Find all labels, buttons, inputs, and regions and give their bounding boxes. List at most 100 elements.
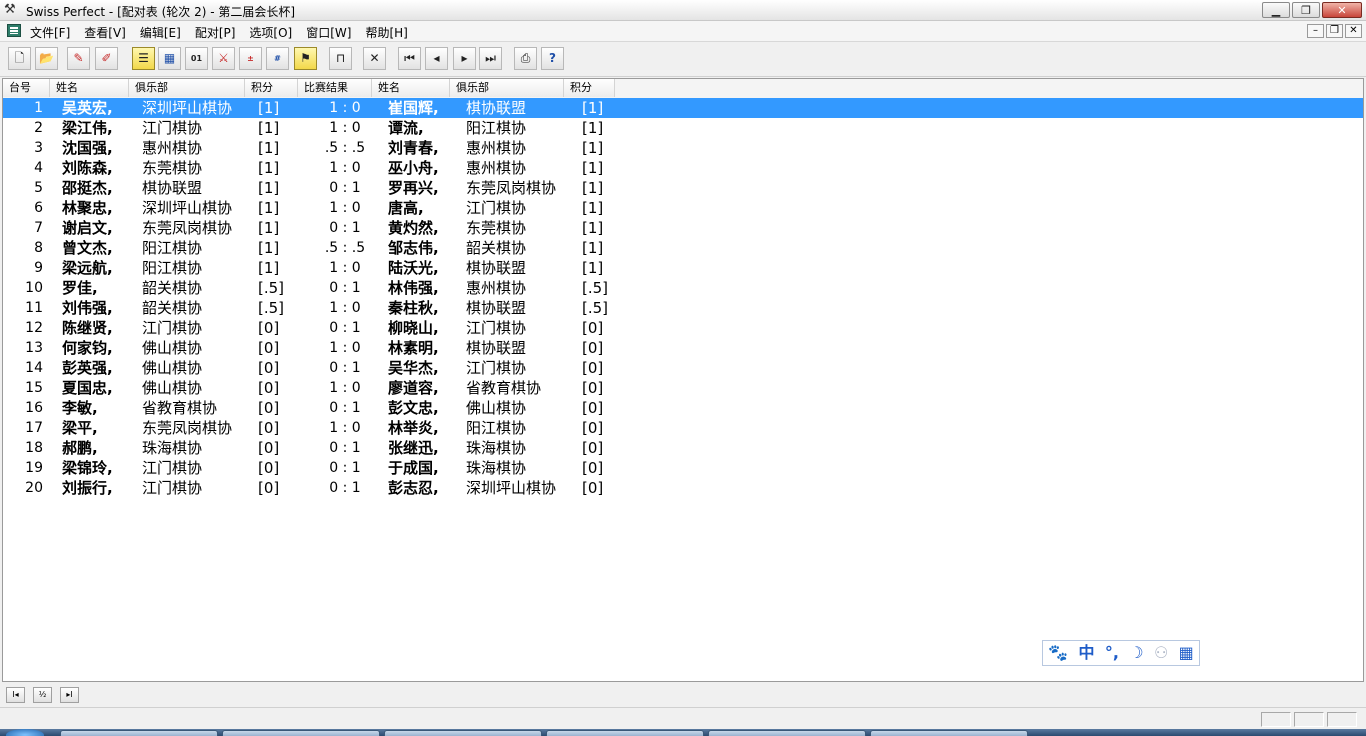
cell-board: 1: [34, 100, 43, 116]
menu-item[interactable]: 配对[P]: [195, 24, 236, 41]
table-row[interactable]: 15 夏国忠, 佛山棋协 [0] 1 : 0 廖道容, 省教育棋协 [0]: [3, 378, 1363, 398]
player-list-button[interactable]: ☰: [132, 47, 155, 70]
cell-pts2: [0]: [582, 479, 604, 497]
grid-view-button[interactable]: ▦: [158, 47, 181, 70]
cell-result: 0 : 1: [329, 220, 361, 236]
cross-table-button[interactable]: ⚔: [212, 47, 235, 70]
cell-result: 1 : 0: [329, 100, 361, 116]
table-row[interactable]: 8 曾文杰, 阳江棋协 [1] .5 : .5 邹志伟, 韶关棋协 [1]: [3, 238, 1363, 258]
mdi-minimize-button[interactable]: –: [1307, 24, 1324, 38]
taskbar-button[interactable]: [870, 730, 1028, 736]
first-round-button[interactable]: ⏮: [398, 47, 421, 70]
cell-board: 3: [34, 140, 43, 156]
user-icon[interactable]: ⚇: [1154, 641, 1168, 665]
prev-round-button[interactable]: ◂: [425, 47, 448, 70]
moon-icon[interactable]: ☽: [1129, 641, 1143, 665]
cell-club1: 阳江棋协: [142, 239, 203, 257]
mdi-close-button[interactable]: ✕: [1345, 24, 1362, 38]
first-tab-button[interactable]: I◂: [6, 687, 25, 703]
table-row[interactable]: 2 梁江伟, 江门棋协 [1] 1 : 0 谭流, 阳江棋协 [1]: [3, 118, 1363, 138]
cell-result: .5 : .5: [324, 240, 366, 256]
cell-result: 0 : 1: [329, 360, 361, 376]
punctuation-toggle[interactable]: °,: [1105, 641, 1119, 665]
header-club2[interactable]: 俱乐部: [450, 79, 564, 97]
close-button[interactable]: ✕: [1322, 2, 1362, 18]
header-board[interactable]: 台号: [3, 79, 50, 97]
taskbar-button[interactable]: [384, 730, 542, 736]
menu-item[interactable]: 文件[F]: [30, 24, 70, 41]
cell-club2: 阳江棋协: [466, 419, 527, 437]
menu-item[interactable]: 查看[V]: [84, 24, 126, 41]
header-name2[interactable]: 姓名: [372, 79, 450, 97]
next-round-button[interactable]: ▸: [453, 47, 476, 70]
maximize-button[interactable]: ❐: [1292, 2, 1320, 18]
cell-result: 0 : 1: [329, 400, 361, 416]
pen-edit-button[interactable]: ✐: [95, 47, 118, 70]
menu-item[interactable]: 编辑[E]: [140, 24, 181, 41]
rating-1236-button[interactable]: #: [266, 47, 289, 70]
cell-name1: 刘伟强,: [62, 299, 113, 317]
header-pts2[interactable]: 积分: [564, 79, 615, 97]
last-round-button[interactable]: ⏭: [479, 47, 502, 70]
table-row[interactable]: 16 李敏, 省教育棋协 [0] 0 : 1 彭文忠, 佛山棋协 [0]: [3, 398, 1363, 418]
menu-item[interactable]: 帮助[H]: [365, 24, 407, 41]
cell-board: 2: [34, 120, 43, 136]
table-row[interactable]: 20 刘振行, 江门棋协 [0] 0 : 1 彭志忍, 深圳坪山棋协 [0]: [3, 478, 1363, 498]
cell-result: 0 : 1: [329, 460, 361, 476]
help-icon: ?: [549, 51, 556, 65]
table-row[interactable]: 1 吴英宏, 深圳坪山棋协 [1] 1 : 0 崔国辉, 棋协联盟 [1]: [3, 98, 1363, 118]
table-row[interactable]: 18 郝鹏, 珠海棋协 [0] 0 : 1 张继迅, 珠海棋协 [0]: [3, 438, 1363, 458]
menu-item[interactable]: 选项[O]: [249, 24, 292, 41]
taskbar-button[interactable]: [546, 730, 704, 736]
minimize-button[interactable]: ▁: [1262, 2, 1290, 18]
cross-button[interactable]: ✕: [363, 47, 386, 70]
last-tab-button[interactable]: ▸I: [60, 687, 79, 703]
table-row[interactable]: 6 林聚忠, 深圳坪山棋协 [1] 1 : 0 唐高, 江门棋协 [1]: [3, 198, 1363, 218]
cross-icon: ✕: [369, 51, 380, 65]
menu-item[interactable]: 窗口[W]: [306, 24, 351, 41]
cell-name2: 巫小舟,: [388, 159, 439, 177]
taskbar-button[interactable]: [222, 730, 380, 736]
cell-board: 12: [25, 320, 43, 336]
table-row[interactable]: 19 梁锦玲, 江门棋协 [0] 0 : 1 于成国, 珠海棋协 [0]: [3, 458, 1363, 478]
table-row[interactable]: 13 何家钧, 佛山棋协 [0] 1 : 0 林素明, 棋协联盟 [0]: [3, 338, 1363, 358]
flag-button[interactable]: ⚑: [294, 47, 317, 70]
table-row[interactable]: 3 沈国强, 惠州棋协 [1] .5 : .5 刘青春, 惠州棋协 [1]: [3, 138, 1363, 158]
grid-icon[interactable]: ▦: [1179, 641, 1194, 665]
start-button[interactable]: [6, 729, 44, 736]
taskbar-button[interactable]: [708, 730, 866, 736]
table-row[interactable]: 11 刘伟强, 韶关棋协 [.5] 1 : 0 秦柱秋, 棋协联盟 [.5]: [3, 298, 1363, 318]
table-row[interactable]: 7 谢启文, 东莞凤岗棋协 [1] 0 : 1 黄灼然, 东莞棋协 [1]: [3, 218, 1363, 238]
table-row[interactable]: 5 邵挺杰, 棋协联盟 [1] 0 : 1 罗再兴, 东莞凤岗棋协 [1]: [3, 178, 1363, 198]
rating-2285-button[interactable]: ±: [239, 47, 262, 70]
open-tournament-button[interactable]: 📂: [35, 47, 58, 70]
cell-club1: 江门棋协: [142, 119, 203, 137]
mdi-restore-button[interactable]: ❐: [1326, 24, 1343, 38]
help-button[interactable]: ?: [541, 47, 564, 70]
table-row[interactable]: 4 刘陈森, 东莞棋协 [1] 1 : 0 巫小舟, 惠州棋协 [1]: [3, 158, 1363, 178]
table-row[interactable]: 10 罗佳, 韶关棋协 [.5] 0 : 1 林伟强, 惠州棋协 [.5]: [3, 278, 1363, 298]
new-tournament-button[interactable]: 🗋: [8, 47, 31, 70]
header-name1[interactable]: 姓名: [50, 79, 129, 97]
cell-pts2: [1]: [582, 199, 604, 217]
ime-mode-toggle[interactable]: 中: [1078, 641, 1094, 665]
window-title: Swiss Perfect - [配对表 (轮次 2) - 第二届会长杯]: [26, 5, 296, 19]
table-row[interactable]: 14 彭英强, 佛山棋协 [0] 0 : 1 吴华杰, 江门棋协 [0]: [3, 358, 1363, 378]
table-row[interactable]: 12 陈继贤, 江门棋协 [0] 0 : 1 柳晓山, 江门棋协 [0]: [3, 318, 1363, 338]
table-row[interactable]: 9 梁远航, 阳江棋协 [1] 1 : 0 陆沃光, 棋协联盟 [1]: [3, 258, 1363, 278]
header-pts1[interactable]: 积分: [245, 79, 298, 97]
header-result[interactable]: 比赛结果: [298, 79, 372, 97]
cell-club2: 棋协联盟: [466, 299, 527, 317]
cell-board: 8: [34, 240, 43, 256]
header-club1[interactable]: 俱乐部: [129, 79, 245, 97]
print-button[interactable]: ⎙: [514, 47, 537, 70]
paw-icon[interactable]: 🐾: [1048, 641, 1068, 665]
swiss-perfect-app-icon[interactable]: ⚒: [4, 3, 19, 17]
binary-result-button[interactable]: 01: [185, 47, 208, 70]
table-row[interactable]: 17 梁平, 东莞凤岗棋协 [0] 1 : 0 林举炎, 阳江棋协 [0]: [3, 418, 1363, 438]
half-tab-button[interactable]: ½: [33, 687, 52, 703]
taskbar-button[interactable]: [60, 730, 218, 736]
document-icon[interactable]: [7, 24, 21, 37]
table-button[interactable]: ⊓: [329, 47, 352, 70]
pen-button[interactable]: ✎: [67, 47, 90, 70]
